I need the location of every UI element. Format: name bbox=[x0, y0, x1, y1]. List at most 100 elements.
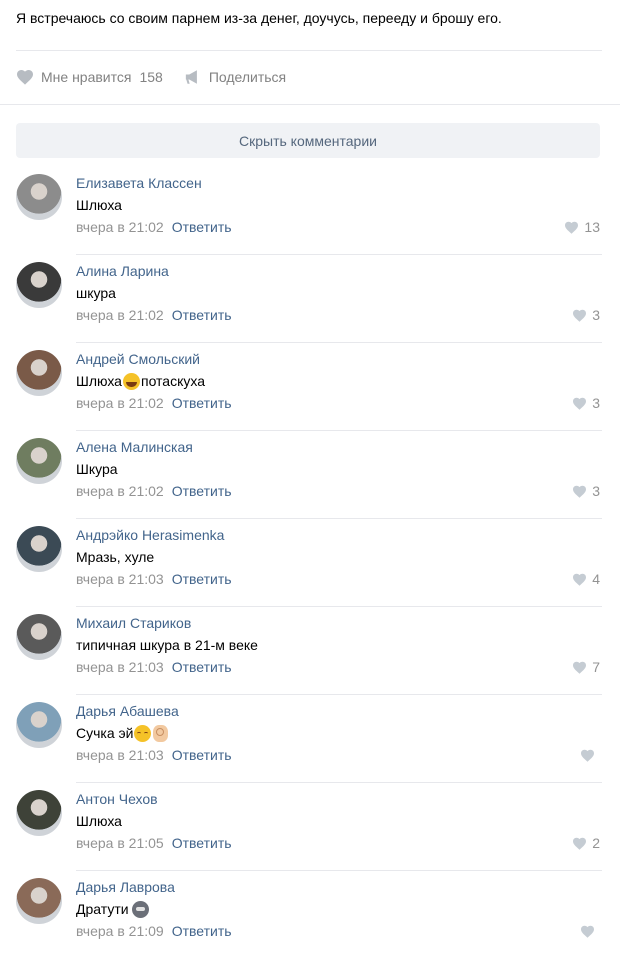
comment-like-count: 2 bbox=[592, 835, 600, 851]
comment-like-count: 3 bbox=[592, 483, 600, 499]
comment-like-button[interactable]: 3 bbox=[572, 306, 600, 324]
comment-meta: вчера в 21:03 Ответить bbox=[76, 658, 232, 676]
heart-icon bbox=[573, 309, 587, 322]
comment-like-button[interactable]: 4 bbox=[572, 570, 600, 588]
comment-item: Андрей Смольский Шлюха потаскуха вчера в 21… bbox=[0, 343, 620, 431]
comment-text: типичная шкура в 21-м веке bbox=[76, 636, 258, 654]
relief-emoji-icon bbox=[134, 724, 152, 742]
comment-timestamp[interactable]: вчера в 21:05 bbox=[76, 834, 164, 852]
like-label: Мне нравится bbox=[41, 69, 132, 85]
heart-icon bbox=[565, 221, 579, 234]
avatar[interactable] bbox=[16, 790, 62, 836]
comment-author[interactable]: Андрей Смольский bbox=[76, 350, 200, 368]
comment-like-button[interactable]: 3 bbox=[572, 394, 600, 412]
comment-item: Дарья Лаврова Дратути вчера в 21:09 Ответит… bbox=[0, 871, 620, 959]
comment-meta: вчера в 21:02 Ответить bbox=[76, 218, 232, 236]
reply-button[interactable]: Ответить bbox=[172, 922, 232, 940]
reply-button[interactable]: Ответить bbox=[172, 482, 232, 500]
reply-button[interactable]: Ответить bbox=[172, 746, 232, 764]
divider bbox=[16, 50, 602, 51]
comment-like-count: 4 bbox=[592, 571, 600, 587]
comment-text-content: Шлюха bbox=[76, 197, 122, 213]
comment-like-button[interactable] bbox=[580, 746, 600, 764]
comment-text-content: Шкура bbox=[76, 461, 118, 477]
comment-item: Алена Малинская Шкура вчера в 21:02 Ответит… bbox=[0, 431, 620, 519]
avatar[interactable] bbox=[16, 702, 62, 748]
like-count: 158 bbox=[139, 69, 163, 85]
heart-icon bbox=[581, 925, 594, 938]
hide-comments-button[interactable]: Скрыть комментарии bbox=[16, 123, 600, 158]
avatar[interactable] bbox=[16, 262, 62, 308]
like-button[interactable]: Мне нравится 158 bbox=[16, 69, 163, 85]
comment-text-content: Мразь, хуле bbox=[76, 549, 155, 565]
comment-author[interactable]: Алена Малинская bbox=[76, 438, 193, 456]
comment-like-button[interactable]: 3 bbox=[572, 482, 600, 500]
comment-author[interactable]: Михаил Стариков bbox=[76, 614, 191, 632]
comment-item: Михаил Стариков типичная шкура в 21-м век… bbox=[0, 607, 620, 695]
heart-icon bbox=[573, 661, 587, 674]
comment-like-button[interactable] bbox=[580, 922, 600, 940]
comment-text-content: шкура bbox=[76, 285, 116, 301]
comment-author[interactable]: Дарья Абашева bbox=[76, 702, 179, 720]
avatar[interactable] bbox=[16, 350, 62, 396]
comment-timestamp[interactable]: вчера в 21:03 bbox=[76, 746, 164, 764]
comment-author[interactable]: Елизавета Классен bbox=[76, 174, 202, 192]
comment-like-button[interactable]: 7 bbox=[572, 658, 600, 676]
comment-item: Алина Ларина шкура вчера в 21:02 Ответить 3 bbox=[0, 255, 620, 343]
share-label: Поделиться bbox=[208, 69, 287, 85]
avatar[interactable] bbox=[16, 526, 62, 572]
heart-icon bbox=[573, 485, 587, 498]
megaphone-icon bbox=[185, 70, 197, 84]
comment-author[interactable]: Антон Чехов bbox=[76, 790, 158, 808]
share-button[interactable]: Поделиться bbox=[185, 69, 286, 85]
comment-meta: вчера в 21:05 Ответить bbox=[76, 834, 232, 852]
reply-button[interactable]: Ответить bbox=[172, 394, 232, 412]
comment-text: Шлюха bbox=[76, 812, 122, 830]
heart-icon bbox=[573, 397, 587, 410]
heart-icon bbox=[573, 573, 587, 586]
comment-text-content: потаскуха bbox=[140, 373, 205, 389]
comment-text: Сучка эй bbox=[76, 724, 169, 742]
comment-timestamp[interactable]: вчера в 21:02 bbox=[76, 218, 164, 236]
reply-button[interactable]: Ответить bbox=[172, 834, 232, 852]
comment-meta: вчера в 21:02 Ответить bbox=[76, 482, 232, 500]
divider bbox=[0, 104, 620, 105]
comment-text-content: типичная шкура в 21-м веке bbox=[76, 637, 258, 653]
avatar[interactable] bbox=[16, 438, 62, 484]
comment-like-count: 13 bbox=[584, 219, 600, 235]
comment-timestamp[interactable]: вчера в 21:02 bbox=[76, 394, 164, 412]
comment-text-content: Шлюха bbox=[76, 813, 122, 829]
comment-like-count: 7 bbox=[592, 659, 600, 675]
comment-text: Шлюха потаскуха bbox=[76, 372, 205, 390]
comment-meta: вчера в 21:09 Ответить bbox=[76, 922, 232, 940]
post-actions: Мне нравится 158 Поделиться bbox=[16, 62, 308, 92]
comment-timestamp[interactable]: вчера в 21:02 bbox=[76, 306, 164, 324]
reply-button[interactable]: Ответить bbox=[172, 306, 232, 324]
comment-timestamp[interactable]: вчера в 21:09 bbox=[76, 922, 164, 940]
laugh-emoji-icon bbox=[122, 372, 140, 390]
comment-author[interactable]: Дарья Лаврова bbox=[76, 878, 175, 896]
comment-like-button[interactable]: 13 bbox=[564, 218, 600, 236]
comment-text-content: Дратути bbox=[76, 901, 129, 917]
avatar[interactable] bbox=[16, 174, 62, 220]
comment-like-button[interactable]: 2 bbox=[572, 834, 600, 852]
comment-text: Шкура bbox=[76, 460, 118, 478]
reply-button[interactable]: Ответить bbox=[172, 570, 232, 588]
comment-like-count: 3 bbox=[592, 307, 600, 323]
avatar[interactable] bbox=[16, 614, 62, 660]
comment-timestamp[interactable]: вчера в 21:03 bbox=[76, 658, 164, 676]
grin-emoji-icon bbox=[131, 900, 149, 918]
comment-text: Дратути bbox=[76, 900, 149, 918]
reply-button[interactable]: Ответить bbox=[172, 218, 232, 236]
avatar[interactable] bbox=[16, 878, 62, 924]
comment-timestamp[interactable]: вчера в 21:03 bbox=[76, 570, 164, 588]
heart-icon bbox=[581, 749, 594, 762]
comment-author[interactable]: Алина Ларина bbox=[76, 262, 169, 280]
reply-button[interactable]: Ответить bbox=[172, 658, 232, 676]
comment-text: шкура bbox=[76, 284, 116, 302]
comment-item: Андрэйко Herasimenka Мразь, хуле вчера в 2… bbox=[0, 519, 620, 607]
comment-author[interactable]: Андрэйко Herasimenka bbox=[76, 526, 224, 544]
heart-icon bbox=[573, 837, 587, 850]
comment-item: Антон Чехов Шлюха вчера в 21:05 Ответить 2 bbox=[0, 783, 620, 871]
comment-timestamp[interactable]: вчера в 21:02 bbox=[76, 482, 164, 500]
